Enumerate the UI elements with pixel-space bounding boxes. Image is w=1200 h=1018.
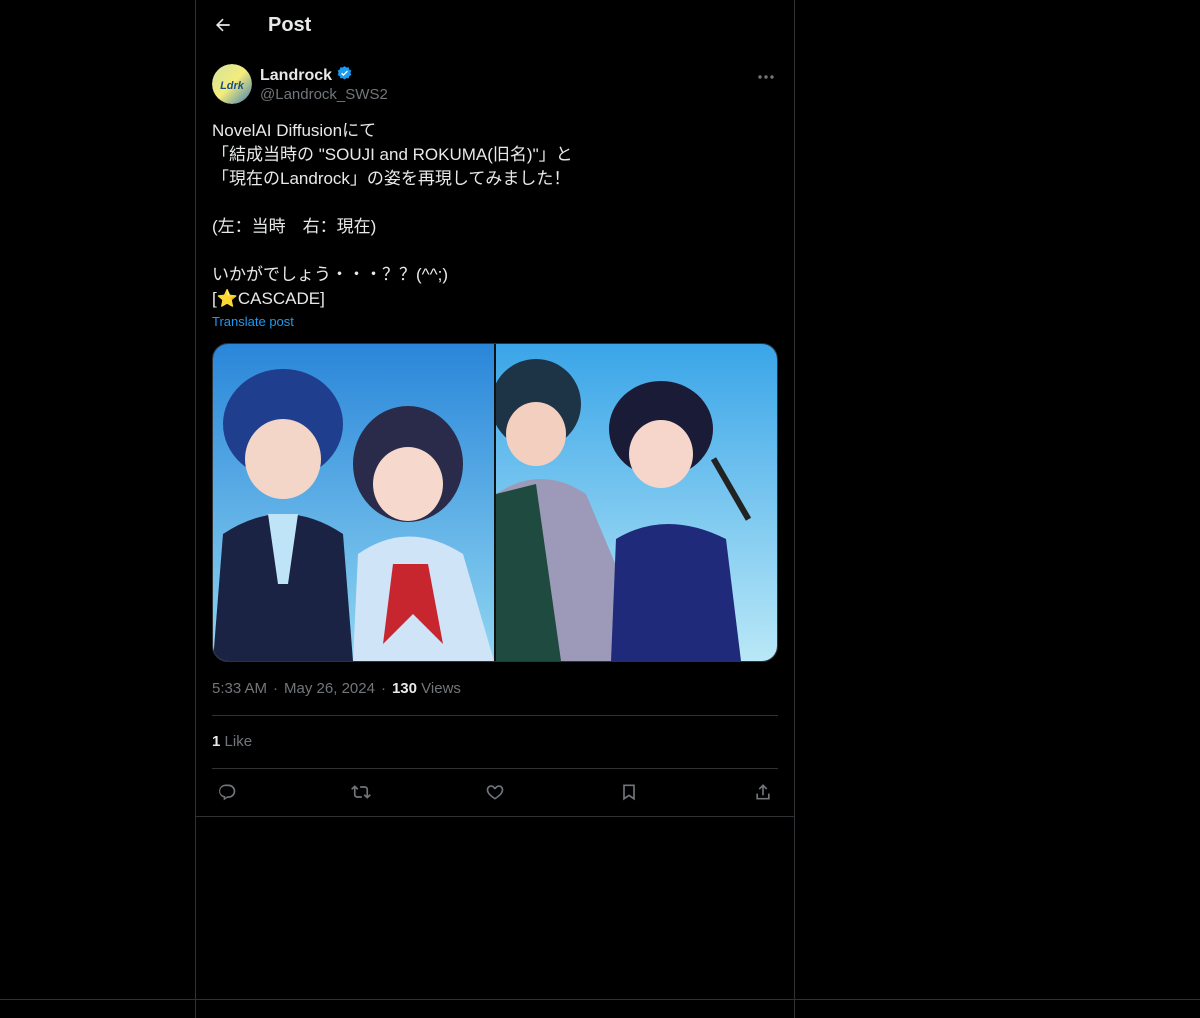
share-icon <box>753 782 773 807</box>
repost-icon <box>350 782 372 807</box>
more-horizontal-icon <box>757 67 775 85</box>
display-name[interactable]: Landrock <box>260 67 332 85</box>
post-author: Ldrk Landrock @Landrock_SWS2 <box>212 64 778 108</box>
more-options-button[interactable] <box>754 66 778 86</box>
post-meta: 5:33 AM · May 26, 2024 · 130 Views <box>212 680 461 697</box>
divider <box>212 715 778 716</box>
column-divider <box>196 816 794 817</box>
arrow-left-icon <box>213 15 233 40</box>
post-header: Post <box>196 0 794 53</box>
main-column: Post Ldrk Landrock @Landrock_SWS2 NovelA… <box>195 0 795 1018</box>
likes-link[interactable]: 1 Like <box>212 733 252 750</box>
heart-icon <box>485 782 505 807</box>
views-label: Views <box>421 680 461 697</box>
post-actions <box>212 780 778 808</box>
like-button[interactable] <box>480 780 510 808</box>
reply-icon <box>217 782 237 807</box>
back-button[interactable] <box>208 12 238 42</box>
likes-label: Like <box>224 733 253 750</box>
likes-count: 1 <box>212 733 221 750</box>
post-time[interactable]: 5:33 AM <box>212 680 267 697</box>
translate-post-link[interactable]: Translate post <box>212 314 294 329</box>
post-media <box>212 343 778 662</box>
name-row: Landrock <box>260 65 353 87</box>
post-text: NovelAI Diffusionにて 「結成当時の "SOUJI and RO… <box>212 121 573 308</box>
meta-separator: · <box>380 680 386 697</box>
user-handle[interactable]: @Landrock_SWS2 <box>260 86 388 103</box>
divider <box>212 768 778 769</box>
page-bottom-divider <box>0 999 1200 1000</box>
meta-separator: · <box>273 680 279 697</box>
share-button[interactable] <box>748 780 778 808</box>
media-image-left[interactable] <box>213 344 494 661</box>
avatar[interactable]: Ldrk <box>212 64 252 104</box>
bookmark-button[interactable] <box>614 780 644 808</box>
views-count: 130 <box>391 680 417 697</box>
verified-badge-icon <box>336 65 353 87</box>
svg-text:Ldrk: Ldrk <box>220 80 245 92</box>
bookmark-icon <box>619 782 639 807</box>
post-date[interactable]: May 26, 2024 <box>284 680 375 697</box>
page-title: Post <box>268 14 312 36</box>
reply-button[interactable] <box>212 780 242 808</box>
repost-button[interactable] <box>346 780 376 808</box>
media-image-right[interactable] <box>491 344 777 661</box>
